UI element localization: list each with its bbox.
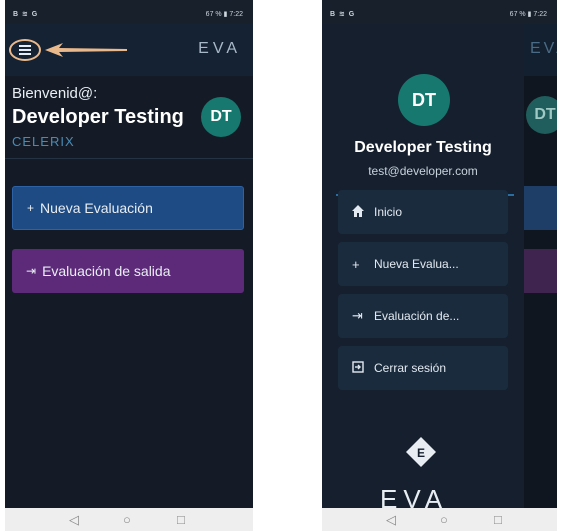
menu-icon[interactable] — [9, 39, 41, 61]
logout-icon — [352, 360, 374, 376]
dimmed-logo: EVA — [530, 40, 557, 57]
system-nav-bar: ◁ ○ □ — [5, 508, 253, 531]
home-nav-icon[interactable]: ○ — [123, 512, 131, 527]
drawer-item-home[interactable]: Inicio — [338, 190, 508, 234]
battery-time: 67 % ▮ 7:22 — [205, 11, 243, 18]
status-icons: B ≋ G — [13, 11, 39, 18]
dimmed-exit-button — [524, 249, 557, 293]
status-bar: B ≋ G 67 % ▮ 7:22 — [322, 0, 557, 24]
welcome-label: Bienvenid@: — [12, 85, 98, 102]
dimmed-app-bar: EVA — [524, 24, 557, 76]
exit-icon: ⇥ — [26, 264, 37, 278]
status-bar: B ≋ G 67 % ▮ 7:22 — [5, 0, 253, 24]
home-icon — [352, 204, 374, 220]
drawer-item-label: Nueva Evalua... — [374, 257, 459, 271]
back-icon[interactable]: ◁ — [386, 512, 396, 528]
exit-evaluation-label: Evaluación de salida — [42, 263, 171, 279]
plus-icon: + — [352, 256, 360, 272]
new-evaluation-button[interactable]: + Nueva Evaluación — [12, 186, 244, 230]
drawer-screen: B ≋ G 67 % ▮ 7:22 EVA DT DT Developer Te… — [322, 0, 557, 531]
recent-apps-icon[interactable]: □ — [494, 512, 502, 527]
dimmed-background[interactable]: EVA DT — [524, 0, 557, 531]
dimmed-avatar: DT — [526, 96, 557, 134]
company-name: CELERIX — [12, 134, 75, 149]
plus-icon: + — [27, 201, 35, 215]
home-nav-icon[interactable]: ○ — [440, 512, 448, 527]
drawer-item-label: Inicio — [374, 205, 403, 219]
avatar[interactable]: DT — [201, 97, 241, 137]
dimmed-new-button — [524, 186, 557, 230]
drawer-item-exit-evaluation[interactable]: ⇥ Evaluación de... — [338, 294, 508, 338]
divider — [5, 158, 253, 159]
drawer-item-label: Evaluación de... — [374, 309, 460, 323]
navigation-drawer: DT Developer Testing test@developer.com … — [322, 24, 524, 531]
brand-logo-icon: E — [406, 437, 436, 467]
drawer-item-logout[interactable]: Cerrar sesión — [338, 346, 508, 390]
home-screen: B ≋ G 67 % ▮ 7:22 EVA Bienvenid@: Develo… — [5, 0, 253, 531]
drawer-user-email: test@developer.com — [368, 164, 478, 178]
new-evaluation-label: Nueva Evaluación — [40, 200, 153, 216]
exit-evaluation-button[interactable]: ⇥ Evaluación de salida — [12, 249, 244, 293]
battery-time: 67 % ▮ 7:22 — [509, 11, 547, 18]
drawer-user-name: Developer Testing — [354, 139, 492, 156]
arrow-annotation-icon — [45, 43, 127, 57]
system-nav-bar: ◁ ○ □ — [322, 508, 557, 531]
drawer-item-label: Cerrar sesión — [374, 361, 447, 375]
app-bar: EVA — [5, 24, 253, 76]
user-name: Developer Testing — [12, 106, 184, 128]
drawer-avatar: DT — [398, 74, 450, 126]
status-icons: B ≋ G — [330, 11, 356, 18]
back-icon[interactable]: ◁ — [69, 512, 79, 528]
app-logo: EVA — [198, 40, 241, 57]
recent-apps-icon[interactable]: □ — [177, 512, 185, 527]
svg-text:E: E — [417, 446, 425, 460]
drawer-item-new-evaluation[interactable]: + Nueva Evalua... — [338, 242, 508, 286]
exit-icon: ⇥ — [352, 308, 363, 323]
